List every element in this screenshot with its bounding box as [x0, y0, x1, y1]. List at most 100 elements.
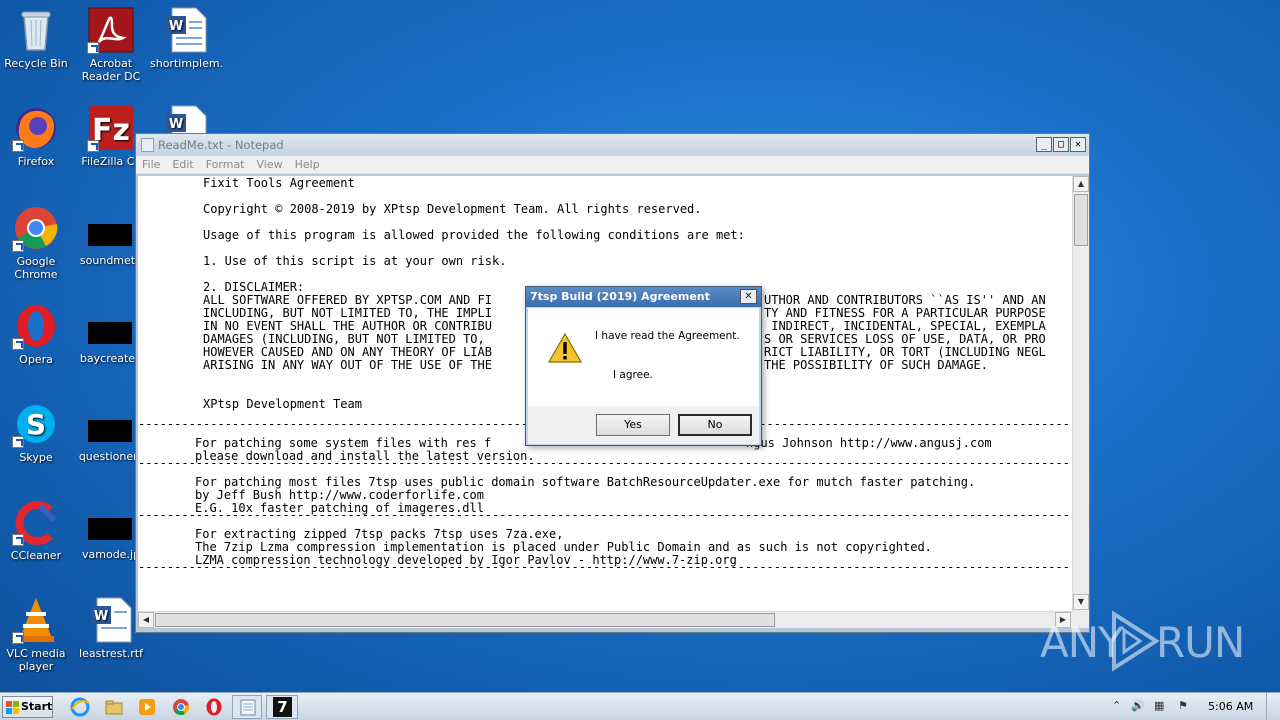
network-icon[interactable]: ▦	[1154, 699, 1164, 712]
menu-file[interactable]: File	[136, 156, 166, 171]
shortcut-arrow-icon	[12, 338, 24, 350]
start-label: Start	[21, 700, 53, 713]
media-player-icon[interactable]	[137, 697, 157, 717]
no-button[interactable]: No	[678, 414, 752, 436]
svg-text:W: W	[94, 609, 108, 624]
text-line: Usage of this program is allowed provide…	[203, 228, 745, 242]
desktop-icon-firefox[interactable]: Firefox	[0, 104, 72, 168]
menu-format[interactable]: Format	[200, 156, 251, 171]
desktop-icon-label: Google Chrome	[14, 255, 58, 281]
dialog-close-button[interactable]: ✕	[740, 289, 757, 304]
explorer-folder-icon[interactable]	[104, 697, 124, 717]
play-logo-icon	[1112, 610, 1160, 672]
action-center-flag-icon[interactable]: ⚑	[1178, 699, 1188, 712]
acrobat-icon	[87, 6, 135, 54]
shortcut-arrow-icon	[87, 42, 99, 54]
text-line-fragment: THE POSSIBILITY OF SUCH DAMAGE.	[764, 358, 988, 372]
vlc-icon	[12, 596, 60, 644]
dialog-message: I have read the Agreement.	[595, 330, 740, 342]
desktop-icon-vlc[interactable]: VLC media player	[0, 596, 72, 673]
filezilla-icon: Fz	[87, 104, 135, 152]
text-line: Copyright © 2008-2019 by XPtsp Developme…	[203, 202, 702, 216]
scroll-up-arrow-icon[interactable]: ▲	[1073, 176, 1089, 192]
desktop-icon-chrome[interactable]: Google Chrome	[0, 204, 72, 281]
notepad-titlebar[interactable]: ReadMe.txt - Notepad _ □ ✕	[136, 134, 1089, 156]
desktop-icon-shortimplem[interactable]: W shortimplem...	[150, 6, 222, 70]
redacted-file-icon	[88, 322, 132, 344]
chrome-icon[interactable]	[171, 697, 191, 717]
menu-help[interactable]: Help	[289, 156, 326, 171]
firefox-icon	[12, 104, 60, 152]
desktop-icon-recycle-bin[interactable]: Recycle Bin	[0, 6, 72, 70]
desktop-icon-opera[interactable]: Opera	[0, 302, 72, 366]
dialog-titlebar[interactable]: 7tsp Build (2019) Agreement ✕	[526, 287, 761, 307]
clock[interactable]: 5:06 AM	[1208, 700, 1253, 713]
desktop-icon-acrobat[interactable]: Acrobat Reader DC	[75, 6, 147, 83]
7tsp-icon: 7	[273, 697, 292, 717]
warning-icon	[548, 333, 582, 363]
taskbar: Start 7 ⌃ 🔊 ▦ ⚑ 5:06 AM	[0, 692, 1280, 720]
horizontal-scrollbar[interactable]: ◀ ▶	[138, 611, 1072, 628]
shortcut-arrow-icon	[12, 436, 24, 448]
recycle-bin-icon	[12, 6, 60, 54]
notepad-icon	[240, 699, 256, 716]
opera-icon[interactable]	[204, 697, 224, 717]
chrome-icon	[12, 204, 60, 252]
show-desktop-button[interactable]	[1266, 693, 1280, 720]
desktop-icon-label: VLC media player	[6, 647, 66, 673]
desktop-icon-label: shortimplem...	[150, 57, 222, 70]
separator-line: ----------------------------------------…	[138, 508, 1072, 522]
dialog-body: I have read the Agreement. I agree.	[528, 308, 759, 406]
shortcut-arrow-icon	[12, 534, 24, 546]
desktop-icon-label: Skype	[19, 451, 53, 464]
menu-edit[interactable]: Edit	[166, 156, 199, 171]
shortcut-arrow-icon	[12, 632, 24, 644]
desktop-icon-label: leastrest.rtf	[79, 647, 143, 660]
show-hidden-icons-icon[interactable]: ⌃	[1112, 699, 1121, 712]
text-line-fragment: ngus Johnson http://www.angusj.com	[746, 436, 992, 450]
desktop-icon-ccleaner[interactable]: CCleaner	[0, 498, 72, 562]
skype-icon: S	[12, 400, 60, 448]
watermark-text: RUN	[1156, 618, 1245, 667]
separator-line: ----------------------------------------…	[138, 560, 1072, 574]
desktop-icon-label: Acrobat Reader DC	[81, 57, 141, 83]
agreement-dialog[interactable]: 7tsp Build (2019) Agreement ✕ I have rea…	[525, 286, 762, 446]
notepad-icon	[141, 138, 154, 152]
text-line: 1. Use of this script is at your own ris…	[203, 254, 507, 268]
dialog-title: 7tsp Build (2019) Agreement	[530, 290, 710, 303]
svg-text:W: W	[169, 117, 183, 132]
menu-view[interactable]: View	[251, 156, 289, 171]
word-document-icon: W	[162, 6, 210, 54]
svg-text:S: S	[26, 408, 46, 441]
text-line: ARISING IN ANY WAY OUT OF THE USE OF THE	[203, 358, 492, 372]
ie-icon[interactable]	[70, 697, 90, 717]
maximize-button[interactable]: □	[1053, 137, 1069, 152]
shortcut-arrow-icon	[12, 140, 24, 152]
text-line: Fixit Tools Agreement	[203, 176, 355, 190]
close-button[interactable]: ✕	[1070, 137, 1086, 152]
scroll-thumb[interactable]	[155, 613, 775, 627]
shortcut-arrow-icon	[12, 240, 24, 252]
windows-logo-icon	[6, 701, 19, 714]
redacted-file-icon	[88, 518, 132, 540]
taskbar-7tsp-button[interactable]: 7	[266, 695, 298, 719]
redacted-file-icon	[88, 224, 132, 246]
volume-icon[interactable]: 🔊	[1131, 699, 1145, 712]
opera-icon	[12, 302, 60, 350]
word-document-icon: W	[87, 596, 135, 644]
vertical-scrollbar[interactable]: ▲ ▼	[1072, 176, 1089, 611]
desktop-icon-skype[interactable]: S Skype	[0, 400, 72, 464]
yes-button[interactable]: Yes	[596, 414, 670, 436]
scroll-thumb[interactable]	[1074, 194, 1088, 246]
desktop-icon-label: Opera	[19, 353, 53, 366]
text-line: XPtsp Development Team	[203, 397, 362, 411]
desktop-icon-label: Recycle Bin	[4, 57, 68, 70]
minimize-button[interactable]: _	[1036, 137, 1052, 152]
scroll-left-arrow-icon[interactable]: ◀	[138, 612, 154, 628]
desktop-icon-label: Firefox	[17, 155, 55, 168]
anyrun-watermark: ANY RUN	[1040, 608, 1245, 672]
notepad-title: ReadMe.txt - Notepad	[158, 138, 284, 152]
start-button[interactable]: Start	[2, 696, 53, 718]
taskbar-notepad-button[interactable]	[232, 695, 262, 719]
shortcut-arrow-icon	[87, 140, 99, 152]
